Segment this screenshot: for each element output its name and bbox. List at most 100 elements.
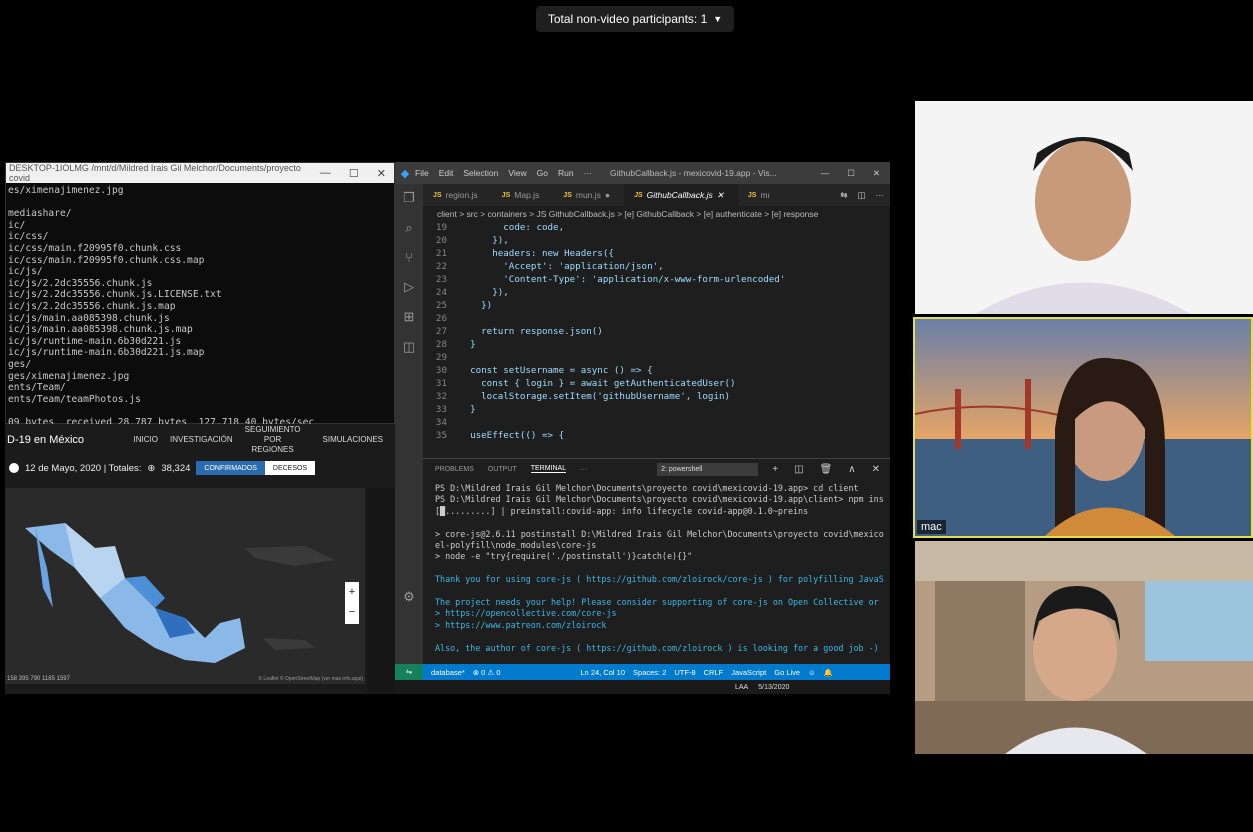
maximize-icon[interactable]: ☐: [847, 168, 855, 179]
eol[interactable]: CRLF: [704, 668, 724, 677]
video-tile-1[interactable]: [915, 101, 1253, 314]
code-text: code: code,: [459, 222, 565, 233]
bell-icon[interactable]: 🔔: [824, 668, 833, 677]
feedback-icon[interactable]: ☺: [808, 668, 816, 677]
unsaved-dot-icon: ●: [604, 190, 611, 200]
line-number: 26: [435, 313, 447, 324]
search-icon[interactable]: ⌕: [405, 220, 412, 236]
close-panel-icon[interactable]: ✕: [872, 464, 880, 475]
nav-seguimiento[interactable]: SEGUIMIENTO POR REGIONES: [245, 425, 301, 455]
video-tile-2[interactable]: mac: [913, 317, 1253, 538]
chevron-down-icon: ▼: [713, 14, 723, 24]
code-line: 27 return response.json(): [423, 326, 883, 339]
code-line: 31 const { login } = await getAuthentica…: [423, 378, 883, 391]
indentation[interactable]: Spaces: 2: [633, 668, 666, 677]
trash-icon[interactable]: 🗑: [820, 464, 833, 475]
terminal-line: > https://www.patreon.com/zloirock: [435, 619, 607, 630]
menu-file[interactable]: File: [415, 168, 429, 178]
split-terminal-icon[interactable]: ◫: [794, 464, 803, 475]
explorer-icon[interactable]: ❐: [403, 190, 415, 206]
zoom-in-button[interactable]: +: [345, 582, 359, 602]
branch-indicator[interactable]: database*: [431, 668, 465, 677]
maximize-icon[interactable]: ☐: [349, 167, 359, 180]
tab-more[interactable]: JS mı: [738, 184, 784, 206]
tab-label: mun.js: [575, 190, 601, 200]
nav-inicio[interactable]: INICIO: [134, 435, 158, 445]
js-file-icon: JS: [747, 191, 757, 199]
tab-map[interactable]: JS Map.js: [492, 184, 554, 206]
code-editor[interactable]: 19 code: code, 20 }), 21 headers: new Head…: [423, 222, 883, 458]
tab-output[interactable]: OUTPUT: [488, 466, 517, 473]
zoom-control[interactable]: + −: [345, 582, 359, 624]
web-controls: 12 de Mayo, 2020 | Totales: ⊕ 38,324 CON…: [5, 456, 395, 480]
terminal-output: es/ximenajimenez.jpg mediashare/ic/ic/cs…: [6, 183, 394, 430]
date-slider-handle[interactable]: [9, 463, 19, 473]
breadcrumb[interactable]: client > src > containers > JS GithubCal…: [423, 206, 890, 222]
code-text: }: [459, 404, 476, 415]
terminal-line: PS D:\Mildred Irais Gil Melchor\Document…: [435, 494, 884, 505]
terminal-line: > core-js@2.6.11 postinstall D:\Mildred …: [435, 528, 884, 539]
line-number: 32: [435, 391, 447, 402]
toggle-confirmados[interactable]: CONFIRMADOS: [196, 461, 265, 475]
menu-view[interactable]: View: [508, 168, 526, 178]
menu-more[interactable]: ···: [584, 168, 593, 178]
menu-edit[interactable]: Edit: [439, 168, 454, 178]
add-terminal-icon[interactable]: +: [772, 464, 778, 475]
remote-explorer-icon[interactable]: ◫: [403, 339, 415, 355]
code-line: 21 headers: new Headers({: [423, 248, 883, 261]
settings-gear-icon[interactable]: ⚙: [403, 589, 415, 605]
nav-investigacion[interactable]: INVESTIGACIÓN: [170, 435, 233, 445]
participant-video: [915, 319, 1251, 536]
code-line: 34: [423, 417, 883, 430]
participants-dropdown[interactable]: Total non-video participants: 1 ▼: [536, 6, 734, 32]
cursor-position[interactable]: Ln 24, Col 10: [580, 668, 625, 677]
close-icon[interactable]: ✕: [873, 168, 880, 179]
tab-mun[interactable]: JS mun.js ●: [553, 184, 624, 206]
bottom-panel: PROBLEMS OUTPUT TERMINAL ··· 2: powershe…: [423, 458, 890, 664]
nav-simulaciones[interactable]: SIMULACIONES: [323, 435, 383, 445]
minimize-icon[interactable]: —: [821, 168, 830, 179]
video-tile-3[interactable]: [915, 541, 1253, 754]
tab-region[interactable]: JS region.js: [423, 184, 492, 206]
integrated-terminal[interactable]: PS D:\Mildred Irais Gil Melchor\Document…: [423, 479, 890, 658]
taskbar-date: 5/13/2020: [758, 683, 790, 691]
tab-githubcallback[interactable]: JS GithubCallback.js ✕: [624, 184, 738, 206]
menu-go[interactable]: Go: [537, 168, 548, 178]
line-number: 19: [435, 222, 447, 233]
more-actions-icon[interactable]: ···: [876, 190, 885, 200]
go-live-button[interactable]: Go Live: [774, 668, 800, 677]
terminal-line: ic/js/runtime-main.6b30d221.js.map: [8, 347, 205, 359]
tab-more[interactable]: ···: [580, 466, 587, 473]
menu-run[interactable]: Run: [558, 168, 574, 178]
chevron-up-icon[interactable]: ∧: [848, 464, 855, 475]
toggle-decesos[interactable]: DECESOS: [264, 461, 316, 475]
tab-terminal[interactable]: TERMINAL: [530, 465, 567, 473]
language-mode[interactable]: JavaScript: [731, 668, 766, 677]
problems-indicator[interactable]: ⊗ 0 ⚠ 0: [473, 668, 501, 677]
minimize-icon[interactable]: —: [320, 167, 331, 180]
close-tab-icon[interactable]: ✕: [717, 190, 724, 201]
encoding[interactable]: UTF-8: [674, 668, 695, 677]
date-text: 12 de Mayo, 2020 | Totales:: [25, 462, 142, 474]
map-attribution[interactable]: © Leaflet © OpenStreetMap (ver mas info.…: [258, 676, 363, 682]
compare-icon[interactable]: ⇆: [840, 190, 847, 201]
remote-icon[interactable]: ⇋: [395, 664, 423, 680]
source-control-icon[interactable]: ⑂: [405, 250, 413, 265]
tab-problems[interactable]: PROBLEMS: [435, 466, 474, 473]
shell-select[interactable]: 2: powershell: [657, 462, 759, 476]
zoom-out-button[interactable]: −: [345, 602, 359, 622]
close-icon[interactable]: ✕: [377, 167, 386, 180]
side-panel: [367, 488, 395, 694]
line-number: 28: [435, 339, 447, 350]
terminal-line: ic/: [8, 219, 26, 231]
extensions-icon[interactable]: ⊞: [404, 309, 415, 325]
menu-selection[interactable]: Selection: [463, 168, 498, 178]
mexico-map[interactable]: + − 158 395 790 1185 1597 © Leaflet © Op…: [5, 488, 365, 684]
run-debug-icon[interactable]: ▷: [404, 279, 414, 295]
terminal-line: es/ximenajimenez.jpg: [8, 185, 124, 196]
line-number: 25: [435, 300, 447, 311]
terminal-line: ic/js/2.2dc35556.chunk.js.LICENSE.txt: [8, 289, 222, 301]
split-editor-icon[interactable]: ◫: [857, 190, 865, 201]
terminal-line: ges/: [8, 358, 32, 370]
